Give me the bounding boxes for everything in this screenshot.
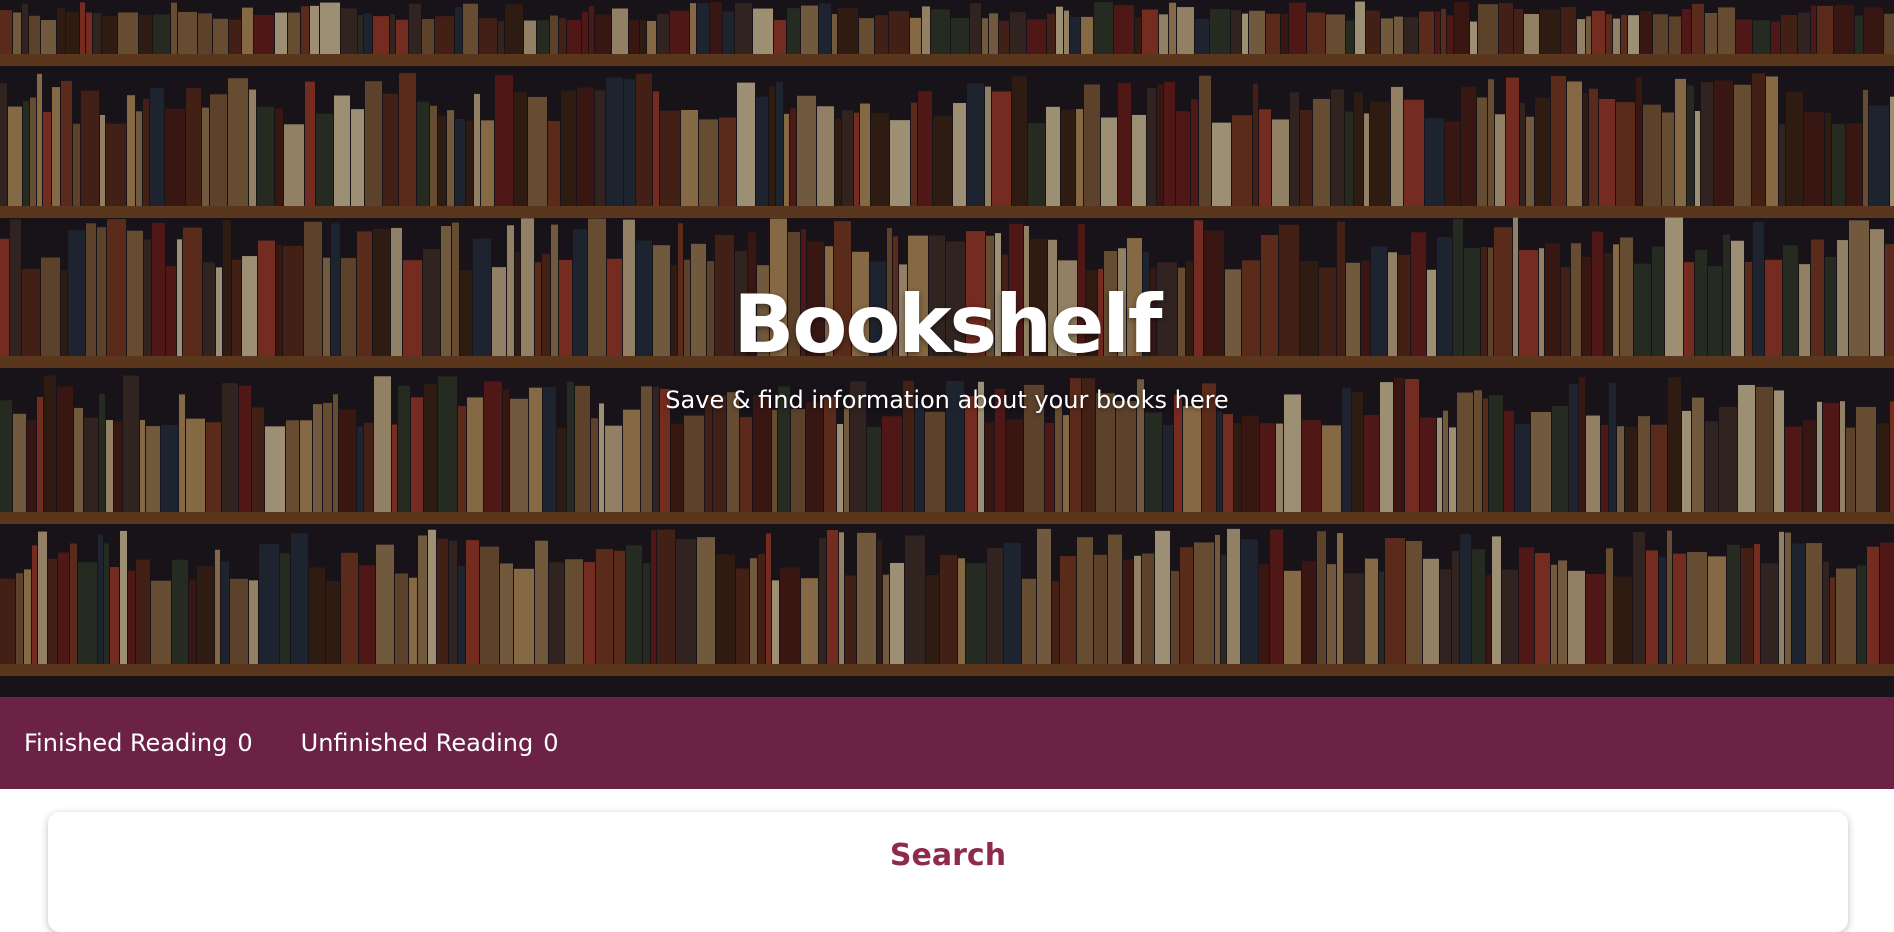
search-card: Search — [48, 812, 1848, 932]
finished-reading-label: Finished Reading — [24, 729, 228, 757]
finished-reading-stat: Finished Reading 0 — [24, 729, 253, 757]
page-title: Bookshelf — [733, 278, 1162, 371]
reading-stats-bar: Finished Reading 0 Unfinished Reading 0 — [0, 697, 1894, 789]
finished-reading-count: 0 — [237, 729, 253, 757]
search-title: Search — [889, 838, 1007, 873]
unfinished-reading-stat: Unfinished Reading 0 — [301, 729, 559, 757]
page-subtitle: Save & find information about your books… — [665, 386, 1229, 414]
hero-banner: Bookshelf Save & find information about … — [0, 0, 1894, 697]
unfinished-reading-label: Unfinished Reading — [300, 729, 534, 757]
unfinished-reading-count: 0 — [543, 729, 559, 757]
